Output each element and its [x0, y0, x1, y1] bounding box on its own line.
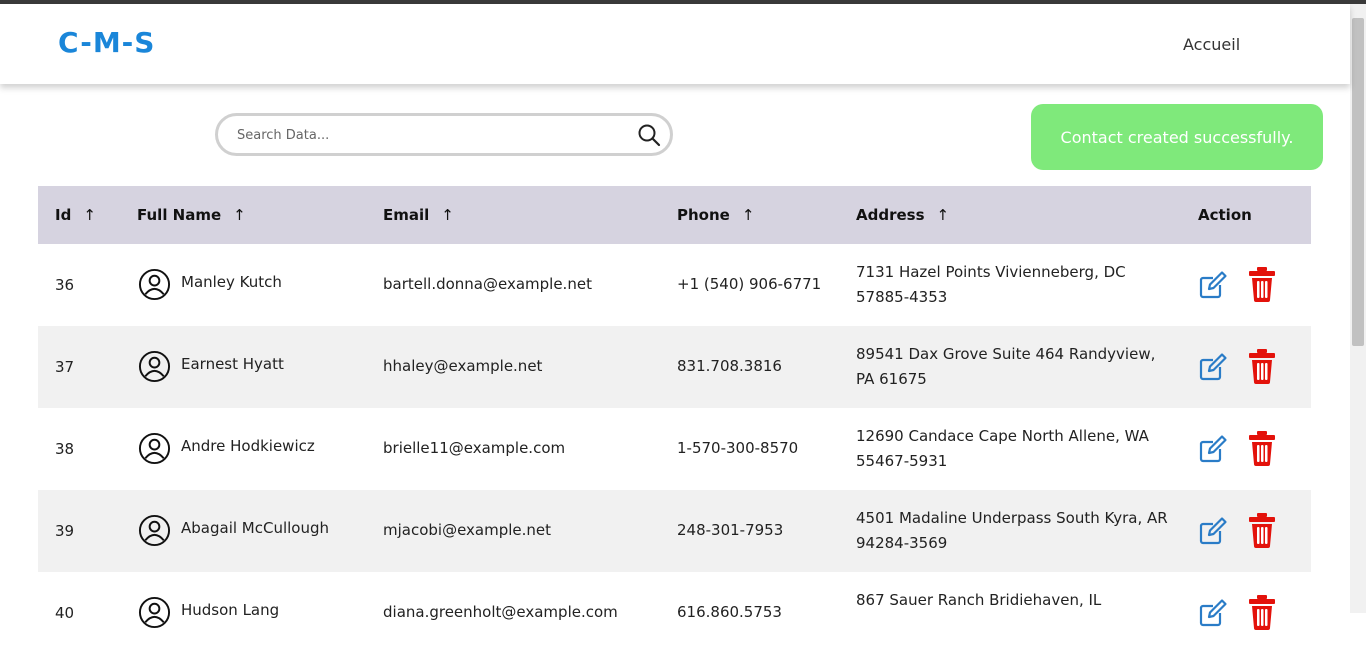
table-row: 36 Manley Kutch bartell.donna@example.net +… [38, 244, 1311, 326]
cell-full-name: Hudson Lang [181, 601, 280, 619]
contacts-table: Id ↑ Full Name ↑ Email ↑ Phone ↑ Address ↑ Ac… [38, 186, 1311, 654]
cell-address: 4501 Madaline Underpass South Kyra, AR 9… [856, 509, 1168, 552]
user-icon [138, 514, 171, 547]
th-action: Action [1198, 206, 1252, 224]
cell-id: 38 [55, 440, 75, 458]
user-icon [138, 268, 171, 301]
table-header: Id ↑ Full Name ↑ Email ↑ Phone ↑ Address ↑ Ac… [38, 186, 1311, 244]
search-icon[interactable] [637, 123, 661, 147]
cell-full-name: Abagail McCullough [181, 519, 330, 537]
th-phone[interactable]: Phone ↑ [677, 206, 754, 224]
brand-logo[interactable]: C-M-S [58, 26, 155, 59]
delete-icon[interactable] [1244, 592, 1280, 632]
cell-full-name: Earnest Hyatt [181, 355, 284, 373]
edit-icon[interactable] [1198, 516, 1228, 546]
sort-arrow-icon[interactable]: ↑ [441, 206, 454, 224]
th-address[interactable]: Address ↑ [856, 206, 949, 224]
cell-phone: 831.708.3816 [677, 357, 782, 375]
cell-phone: 248-301-7953 [677, 521, 784, 539]
cell-address: 89541 Dax Grove Suite 464 Randyview, PA … [856, 345, 1156, 388]
cell-email: hhaley@example.net [383, 357, 543, 375]
user-icon [138, 432, 171, 465]
cell-email: mjacobi@example.net [383, 521, 552, 539]
success-toast: Contact created successfully. [1031, 104, 1323, 170]
cell-full-name: Andre Hodkiewicz [181, 437, 315, 455]
edit-icon[interactable] [1198, 598, 1228, 628]
user-icon [138, 350, 171, 383]
cell-id: 40 [55, 604, 75, 622]
cell-phone: 1-570-300-8570 [677, 439, 799, 457]
sort-arrow-icon[interactable]: ↑ [937, 206, 950, 224]
delete-icon[interactable] [1244, 510, 1280, 550]
cell-phone: 616.860.5753 [677, 603, 782, 621]
cell-email: diana.greenholt@example.com [383, 603, 618, 621]
navbar: C-M-S Accueil [0, 4, 1350, 84]
edit-icon[interactable] [1198, 270, 1228, 300]
edit-icon[interactable] [1198, 434, 1228, 464]
delete-icon[interactable] [1244, 428, 1280, 468]
delete-icon[interactable] [1244, 264, 1280, 304]
cell-address: 7131 Hazel Points Vivienneberg, DC 57885… [856, 263, 1126, 306]
cell-address: 12690 Candace Cape North Allene, WA 5546… [856, 427, 1149, 470]
cell-phone: +1 (540) 906-6771 [677, 275, 822, 293]
nav-link-accueil[interactable]: Accueil [1183, 35, 1240, 54]
cell-full-name: Manley Kutch [181, 273, 282, 291]
cell-email: bartell.donna@example.net [383, 275, 592, 293]
scrollbar-thumb[interactable] [1352, 18, 1364, 346]
table-row: 40 Hudson Lang diana.greenholt@example.com… [38, 572, 1311, 654]
th-email[interactable]: Email ↑ [383, 206, 454, 224]
table-row: 39 Abagail McCullough mjacobi@example.net 2… [38, 490, 1311, 572]
table-row: 38 Andre Hodkiewicz brielle11@example.com 1… [38, 408, 1311, 490]
sort-arrow-icon[interactable]: ↑ [233, 206, 246, 224]
cell-address: 867 Sauer Ranch Bridiehaven, IL [856, 591, 1102, 609]
sort-arrow-icon[interactable]: ↑ [83, 206, 96, 224]
th-id[interactable]: Id ↑ [55, 206, 96, 224]
th-full-name[interactable]: Full Name ↑ [137, 206, 246, 224]
cell-id: 36 [55, 276, 75, 294]
edit-icon[interactable] [1198, 352, 1228, 382]
cell-email: brielle11@example.com [383, 439, 566, 457]
cell-id: 39 [55, 522, 75, 540]
search-input[interactable] [235, 123, 619, 147]
delete-icon[interactable] [1244, 346, 1280, 386]
cell-id: 37 [55, 358, 75, 376]
table-row: 37 Earnest Hyatt hhaley@example.net 831.708… [38, 326, 1311, 408]
sort-arrow-icon[interactable]: ↑ [742, 206, 755, 224]
search-bar [215, 113, 673, 156]
